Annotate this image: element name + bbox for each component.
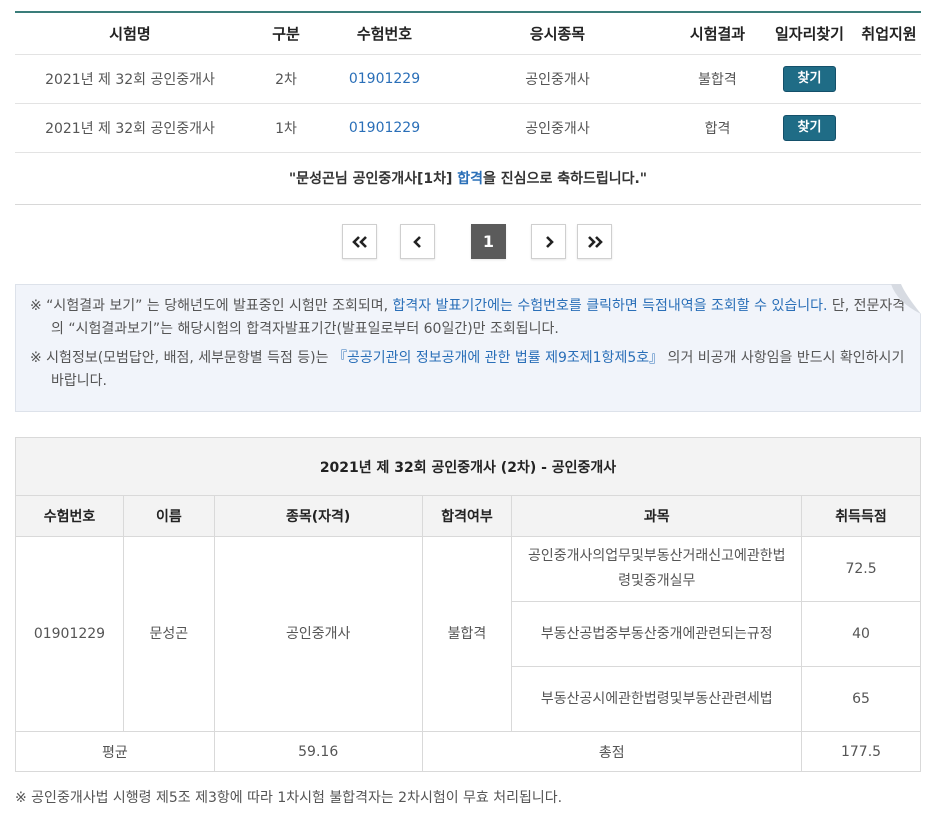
exam-results-table: 시험명 구분 수험번호 응시종목 시험결과 일자리찾기 취업지원 2021년 제… [15,11,921,205]
pass-status: 불합격 [421,536,513,732]
header-type: 구분 [272,25,300,43]
subject-name: 부동산공법중부동산중개에관련되는규정 [511,601,803,667]
header-employment: 취업지원 [861,25,917,43]
exam-type: 2차 [275,72,297,88]
pagination: 1 [342,224,612,259]
header-exam-name: 시험명 [109,25,151,43]
footnote: ※ 공인중개사법 시행령 제5조 제3항에 따라 1차시험 불합격자는 2차시험… [15,790,563,806]
header-subject: 응시종목 [529,25,586,43]
chevron-right-icon [545,235,554,248]
congrats-suffix: 을 진심으로 축하드립니다." [483,171,648,187]
exam-number-link[interactable]: 01901229 [349,120,420,136]
page-number-current[interactable]: 1 [471,224,506,259]
results-header-row: 시험명 구분 수험번호 응시종목 시험결과 일자리찾기 취업지원 [15,13,921,55]
subject-score: 72.5 [801,536,921,602]
exam-subject: 공인중개사 [525,121,590,137]
average-label: 평균 [15,731,215,772]
prev-page-button[interactable] [400,224,435,259]
subject-score: 65 [801,666,921,732]
exam-result: 합격 [704,121,731,137]
exam-name: 2021년 제 32회 공인중개사 [45,121,215,137]
score-detail-table: 2021년 제 32회 공인중개사 (2차) - 공인중개사 수험번호 이름 종… [15,437,921,772]
header-job-search: 일자리찾기 [774,25,844,43]
notice-line-1: ※ “시험결과 보기” 는 당해년도에 발표중인 시험만 조회되며, 합격자 발… [30,295,906,341]
notice-highlight: 합격자 발표기간에는 수험번호를 클릭하면 득점내역을 조회할 수 있습니다. [392,298,828,314]
summary-row: 평균 59.16 총점 177.5 [15,731,921,772]
examinee-number: 01901229 [15,536,124,732]
notice-line-2: ※ 시험정보(모범답안, 배점, 세부문항별 득점 등)는 『공공기관의 정보공… [30,347,906,393]
subject-name: 공인중개사의업무및부동산거래신고에관한법령및중개실무 [511,536,803,602]
subject-score: 40 [801,601,921,667]
first-page-button[interactable] [342,224,377,259]
header-exam-number: 수험번호 [15,495,124,537]
congrats-highlight: 합격 [457,171,484,187]
law-reference-link[interactable]: 『공공기관의 정보공개에 관한 법률 제9조제1항제5호』 [333,350,663,366]
total-label: 총점 [421,731,803,772]
congratulation-message: "문성곤님 공인중개사[1차] 합격을 진심으로 축하드립니다." [15,153,921,205]
subject-name: 부동산공시에관한법령및부동산관련세법 [511,666,803,732]
double-chevron-right-icon [587,235,603,248]
header-name: 이름 [122,495,215,537]
exam-number-link[interactable]: 01901229 [349,71,420,87]
notice-text: ※ “시험결과 보기” 는 당해년도에 발표중인 시험만 조회되며, [30,298,393,314]
table-row: 2021년 제 32회 공인중개사 1차 01901229 공인중개사 합격 찾… [15,104,921,153]
chevron-left-icon [412,235,421,248]
score-header-row: 수험번호 이름 종목(자격) 합격여부 과목 취득득점 [15,495,921,537]
exam-subject: 공인중개사 [525,72,590,88]
next-page-button[interactable] [531,224,566,259]
header-subject: 과목 [511,495,803,537]
header-pass-status: 합격여부 [421,495,513,537]
find-job-button[interactable]: 찾기 [783,115,836,141]
notice-text: ※ 시험정보(모범답안, 배점, 세부문항별 득점 등)는 [30,350,333,366]
header-result: 시험결과 [689,25,746,43]
header-exam-number: 수험번호 [356,25,413,43]
exam-result: 불합격 [698,72,737,88]
average-value: 59.16 [213,731,423,772]
page-fold-icon [891,284,921,314]
double-chevron-left-icon [351,235,367,248]
exam-name: 2021년 제 32회 공인중개사 [45,72,215,88]
header-category: 종목(자격) [213,495,423,537]
header-points: 취득득점 [801,495,921,537]
exam-category: 공인중개사 [213,536,423,732]
congrats-prefix: "문성곤님 공인중개사[1차] [288,171,458,187]
notice-box: ※ “시험결과 보기” 는 당해년도에 발표중인 시험만 조회되며, 합격자 발… [15,284,921,412]
examinee-name: 문성곤 [122,536,215,732]
total-value: 177.5 [801,731,921,772]
last-page-button[interactable] [577,224,612,259]
find-job-button[interactable]: 찾기 [783,66,836,92]
table-row: 2021년 제 32회 공인중개사 2차 01901229 공인중개사 불합격 … [15,55,921,104]
score-title: 2021년 제 32회 공인중개사 (2차) - 공인중개사 [15,437,921,496]
table-row: 01901229 문성곤 공인중개사 불합격 공인중개사의업무및부동산거래신고에… [15,536,921,732]
score-title-row: 2021년 제 32회 공인중개사 (2차) - 공인중개사 [15,437,921,496]
exam-type: 1차 [275,121,297,137]
